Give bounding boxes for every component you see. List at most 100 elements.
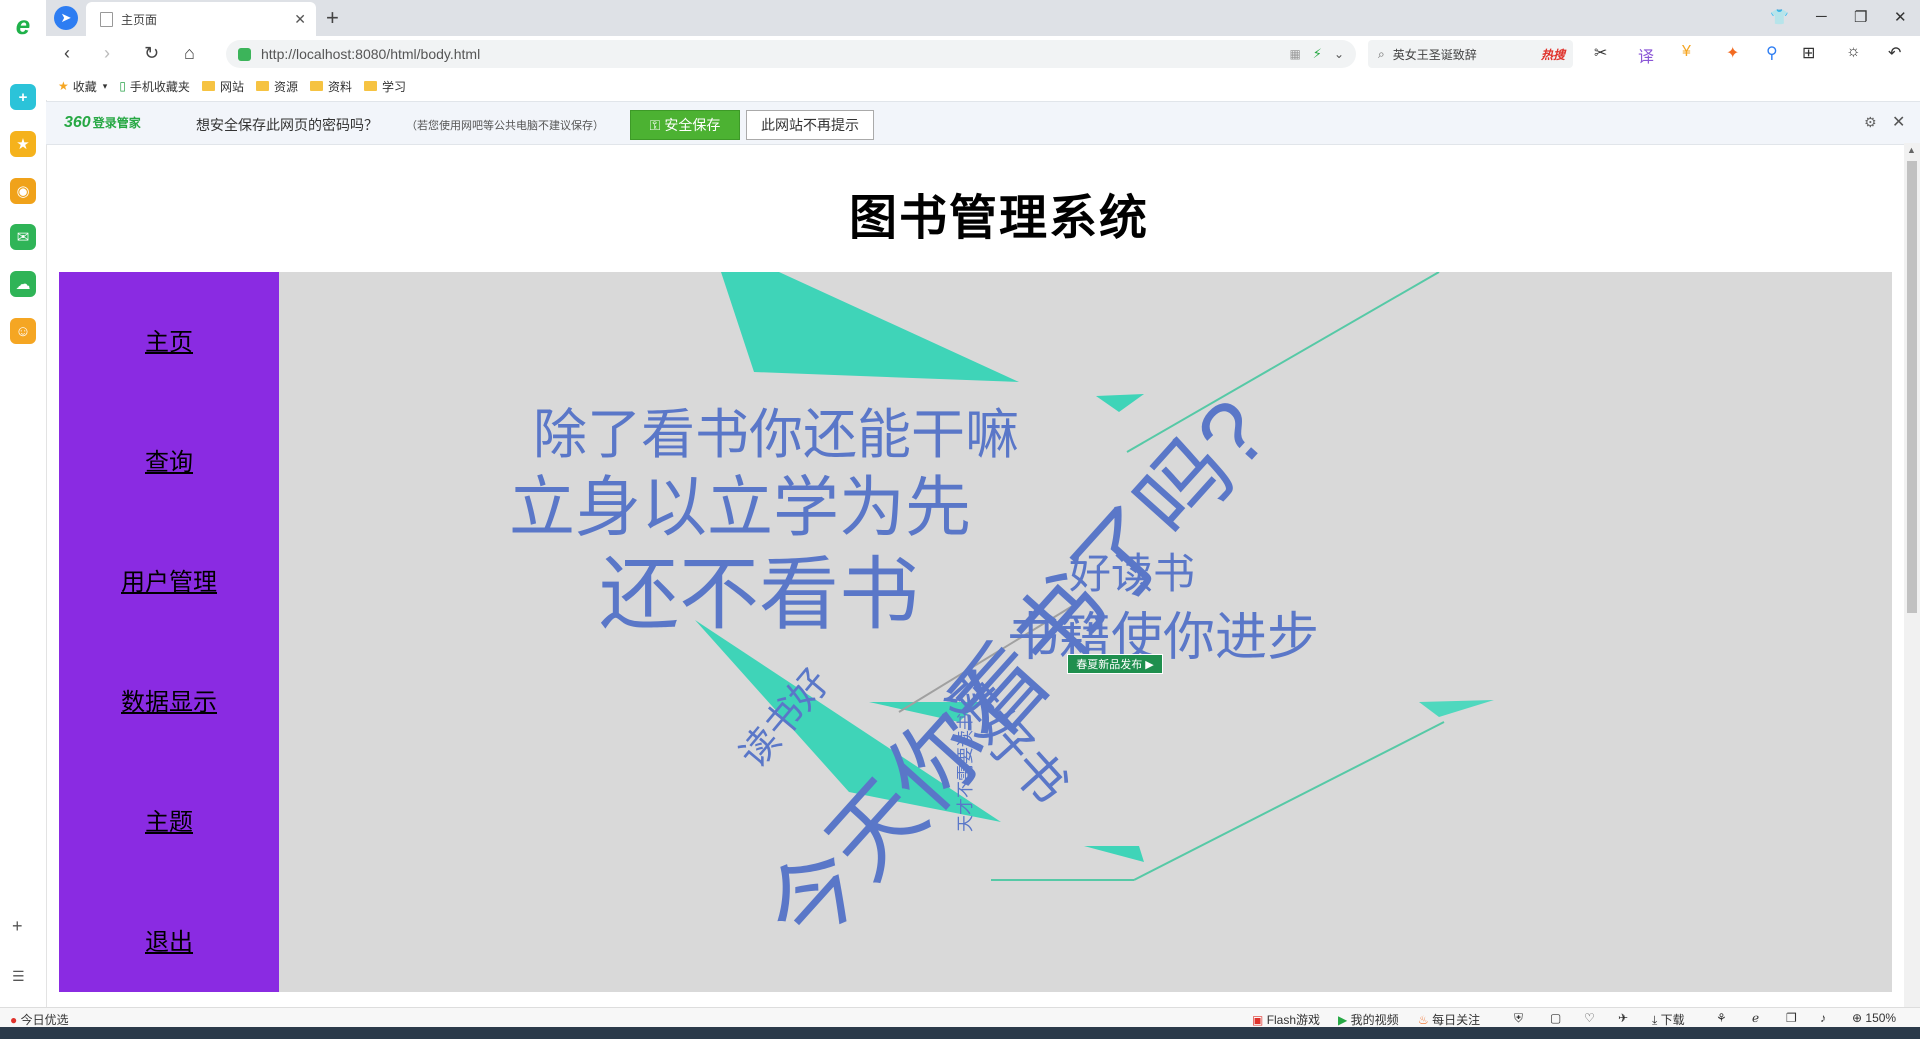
translate-icon[interactable]: 译 [1638, 43, 1654, 67]
daily-follow-link[interactable]: ♨ 每日关注 [1418, 1011, 1480, 1028]
apps-grid-icon[interactable]: ⊞ [1802, 43, 1815, 63]
browser-logo-icon[interactable]: e [10, 10, 36, 40]
scrollbar-thumb[interactable] [1907, 161, 1917, 613]
wordcloud-word: 书籍使你进步 [1007, 609, 1320, 667]
refresh-icon[interactable]: ↻ [144, 43, 159, 64]
menu-item-theme[interactable]: 主题 [59, 802, 279, 837]
wordcloud-word: 天才不需要读书 [956, 713, 975, 832]
list-icon[interactable]: ☰ [12, 968, 25, 985]
search-box[interactable]: ⌕ 英女王圣诞致辞 热搜 [1368, 40, 1573, 68]
search-input[interactable]: 英女王圣诞致辞 [1393, 46, 1541, 63]
rocket-icon[interactable]: ✈ [1618, 1011, 1628, 1025]
flash-games-link[interactable]: ▣ Flash游戏 [1252, 1011, 1320, 1028]
save-password-message: 想安全保存此网页的密码吗？ [196, 117, 378, 133]
weibo-icon[interactable]: ◉ [10, 178, 36, 204]
teal-triangle-shape [1084, 846, 1144, 862]
scroll-up-icon[interactable]: ▲ [1907, 145, 1916, 155]
bookmarks-bar: ★ 收藏 ▾ ▯ 手机收藏夹 网站 资源 资料 学习 [46, 72, 1920, 100]
tab-active[interactable]: 主页面 ✕ [86, 2, 316, 36]
address-bar[interactable]: http://localhost:8080/html/body.html ▦ ⚡… [226, 40, 1356, 68]
video-icon: ▶ [1338, 1013, 1348, 1027]
green-line [1133, 721, 1445, 881]
coin-icon[interactable]: ¥ [1682, 43, 1691, 61]
close-window-button[interactable]: ✕ [1894, 8, 1907, 26]
mail-icon[interactable]: ✉ [10, 224, 36, 250]
bookmark-folder-study[interactable]: 学习 [363, 78, 406, 95]
hot-search-badge[interactable]: 热搜 [1541, 46, 1565, 63]
bookmark-folder-materials[interactable]: 资料 [309, 78, 352, 95]
today-picks-link[interactable]: ● 今日优选 [10, 1011, 69, 1028]
folder-icon [363, 81, 377, 91]
speed-mode-icon[interactable]: ⚡ [1313, 46, 1322, 62]
add-icon[interactable]: + [12, 916, 23, 937]
menu-item-logout[interactable]: 退出 [59, 922, 279, 957]
navigate-icon[interactable]: ➤ [54, 6, 78, 30]
promo-badge[interactable]: 春夏新品发布 ▶ [1067, 654, 1163, 674]
fire-icon: ♨ [1418, 1013, 1429, 1027]
save-password-note: （若您使用网吧等公共电脑不建议保存） [406, 120, 604, 132]
minimize-button[interactable]: ─ [1816, 8, 1827, 25]
safe-save-button[interactable]: ⚿ 安全保存 [630, 110, 740, 140]
restore-button[interactable]: ❐ [1854, 8, 1867, 26]
chevron-down-icon[interactable]: ⌄ [1334, 47, 1344, 61]
close-icon[interactable]: ✕ [1892, 112, 1905, 132]
my-videos-link[interactable]: ▶ 我的视频 [1338, 1011, 1399, 1028]
folder-icon [255, 81, 269, 91]
menu-item-query[interactable]: 查询 [59, 442, 279, 477]
login-manager-logo: 360 登录管家 [64, 114, 141, 131]
heart-rate-icon[interactable]: ♡ [1584, 1011, 1595, 1025]
download-link[interactable]: ⤓ 下载 [1652, 1011, 1685, 1028]
scissors-icon[interactable]: ✂ [1594, 43, 1607, 63]
undo-icon[interactable]: ↶ [1888, 43, 1901, 63]
flash-icon: ▣ [1252, 1013, 1264, 1027]
tab-bar: ➤ 主页面 ✕ + 👕 ─ ❐ ✕ [46, 0, 1920, 36]
key-icon: ⚿ [649, 116, 661, 133]
address-input[interactable]: http://localhost:8080/html/body.html [261, 46, 1289, 62]
menu-item-user-management[interactable]: 用户管理 [59, 562, 279, 597]
new-tab-button[interactable]: + [326, 5, 339, 31]
vertical-scrollbar[interactable]: ▲ ▼ [1904, 143, 1920, 1027]
wordcloud-word: 好读书 [1069, 550, 1196, 597]
folder-icon [201, 81, 215, 91]
wordcloud-word: 还不看书 [599, 550, 919, 639]
bookmark-favorites[interactable]: ★ 收藏 ▾ [58, 78, 107, 95]
gamepad-icon[interactable]: ✦ [1726, 43, 1739, 63]
download-icon: ⤓ [1652, 1013, 1658, 1027]
bookmark-folder-resources[interactable]: 资源 [255, 78, 298, 95]
brightness-icon[interactable]: ☼ [1846, 43, 1861, 61]
bookmark-folder-sites[interactable]: 网站 [201, 78, 244, 95]
wordcloud-panel: 除了看书你还能干嘛 立身以立学为先 还不看书 今天你看书了吗? 好读书 书籍使你… [279, 272, 1892, 992]
teal-triangle-shape [1419, 700, 1494, 717]
never-prompt-button[interactable]: 此网站不再提示 [746, 110, 874, 140]
teal-triangle-shape [1096, 394, 1144, 412]
extension-icon[interactable]: ⚘ [1716, 1011, 1727, 1025]
screenshot-icon[interactable]: ▢ [1550, 1011, 1561, 1025]
bookmark-mobile[interactable]: ▯ 手机收藏夹 [119, 78, 190, 95]
side-rail: e + ★ ◉ ✉ ☁ ☺ + ☰ [0, 0, 47, 1027]
shield-status-icon[interactable]: ⛨ [1514, 1011, 1523, 1026]
secure-shield-icon [238, 47, 251, 61]
menu-item-data-display[interactable]: 数据显示 [59, 682, 279, 717]
forward-icon[interactable]: › [104, 43, 110, 64]
qrcode-icon[interactable]: ▦ [1289, 47, 1300, 61]
chevron-down-icon: ▾ [102, 80, 108, 91]
game-icon[interactable]: ☺ [10, 318, 36, 344]
tab-title: 主页面 [121, 12, 158, 27]
skin-icon[interactable]: 👕 [1770, 8, 1789, 26]
password-save-bar: 360 登录管家 想安全保存此网页的密码吗？ （若您使用网吧等公共电脑不建议保存）… [46, 101, 1920, 145]
favorites-star-icon[interactable]: ★ [10, 131, 36, 157]
zoom-control[interactable]: ⊕ 150% [1852, 1011, 1896, 1025]
cloud-icon[interactable]: ☁ [10, 271, 36, 297]
close-tab-icon[interactable]: ✕ [294, 11, 306, 28]
home-icon[interactable]: ⌂ [184, 43, 195, 64]
os-taskbar [0, 1027, 1920, 1039]
gear-icon[interactable]: ⚙ [1864, 114, 1877, 131]
magnifier-icon[interactable]: ⚲ [1766, 43, 1778, 63]
ie-mode-icon[interactable]: ℯ [1752, 1011, 1759, 1025]
window-icon[interactable]: ❐ [1786, 1011, 1797, 1025]
volume-icon[interactable]: ♪ [1820, 1011, 1826, 1025]
menu-item-home[interactable]: 主页 [59, 322, 279, 357]
back-icon[interactable]: ‹ [64, 43, 70, 64]
health-icon[interactable]: + [10, 84, 36, 110]
address-toolbar: ‹ › ↻ ⌂ http://localhost:8080/html/body.… [46, 36, 1920, 72]
